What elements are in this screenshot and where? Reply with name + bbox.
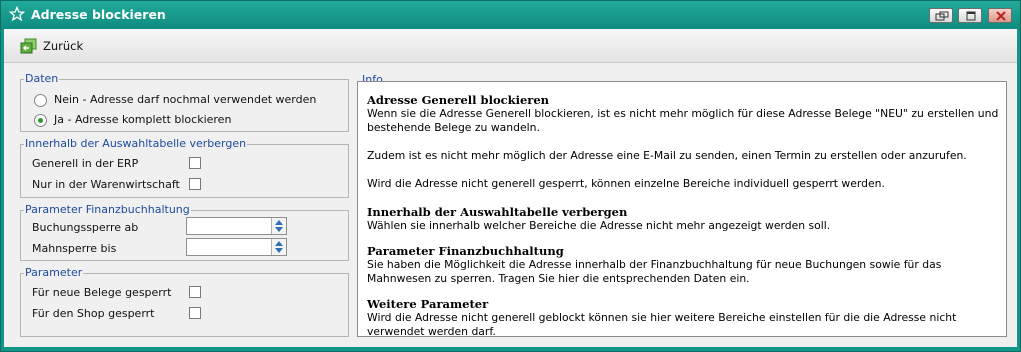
radio-ja[interactable]: [34, 114, 47, 127]
star-icon[interactable]: [9, 6, 25, 22]
toolbar: Zurück: [4, 29, 1017, 63]
back-button-label: Zurück: [43, 39, 84, 53]
info-text: Wählen sie innerhalb welcher Bereiche di…: [367, 219, 831, 232]
radio-ja-label[interactable]: Ja - Adresse komplett blockieren: [54, 113, 231, 126]
mahnsperre-label: Mahnsperre bis: [32, 242, 117, 255]
info-text: Sie haben die Möglichkeit die Adresse in…: [367, 258, 942, 285]
info-heading-generell: Adresse Generell blockieren: [367, 93, 550, 107]
checkbox-warenwirtschaft[interactable]: [189, 178, 201, 190]
radio-nein[interactable]: [34, 94, 47, 107]
close-icon: [996, 11, 1006, 21]
checkbox-belege-label: Für neue Belege gesperrt: [32, 286, 172, 299]
info-text: Wird die Adresse nicht generell geblockt…: [367, 311, 957, 338]
info-panel: Adresse Generell blockieren Wenn sie die…: [357, 81, 1007, 339]
fibu-group: Parameter Finanzbuchhaltung Buchungssper…: [20, 203, 349, 261]
info-text: Wenn sie die Adresse Generell blockieren…: [367, 107, 999, 134]
window-title: Adresse blockieren: [31, 7, 166, 22]
info-text: Wird die Adresse nicht generell gesperrt…: [367, 177, 885, 190]
info-content: Adresse Generell blockieren Wenn sie die…: [367, 93, 1003, 339]
fibu-legend: Parameter Finanzbuchhaltung: [24, 203, 191, 217]
dialog-window: Adresse blockieren Zurück Daten Nein - A…: [0, 0, 1021, 352]
dialog-body: Zurück Daten Nein - Adresse darf nochmal…: [4, 29, 1017, 347]
spinner-updown-icon: [275, 241, 283, 253]
mahnsperre-spinner[interactable]: [271, 239, 286, 255]
buchungssperre-input[interactable]: [186, 217, 287, 235]
info-text: Zudem ist es nicht mehr möglich der Adre…: [367, 149, 967, 162]
info-heading-auswahl: Innerhalb der Auswahltabelle verbergen: [367, 205, 628, 219]
checkbox-shop[interactable]: [189, 307, 201, 319]
close-button[interactable]: [988, 8, 1012, 23]
checkbox-erp-label: Generell in der ERP: [32, 157, 139, 170]
restore-icon: [935, 11, 949, 21]
back-button[interactable]: Zurück: [20, 37, 83, 55]
restore-button[interactable]: [929, 8, 953, 23]
mahnsperre-input[interactable]: [186, 238, 287, 256]
info-heading-weitere: Weitere Parameter: [367, 297, 489, 311]
auswahl-legend: Innerhalb der Auswahltabelle verbergen: [24, 137, 248, 151]
checkbox-belege[interactable]: [189, 286, 201, 298]
spinner-updown-icon: [275, 220, 283, 232]
radio-nein-label[interactable]: Nein - Adresse darf nochmal verwendet we…: [54, 93, 316, 106]
checkbox-erp[interactable]: [189, 157, 201, 169]
title-bar[interactable]: Adresse blockieren: [1, 1, 1020, 29]
maximize-icon: [966, 11, 976, 21]
maximize-button[interactable]: [958, 8, 982, 23]
daten-group: Daten Nein - Adresse darf nochmal verwen…: [20, 72, 349, 132]
buchungssperre-label: Buchungssperre ab: [32, 221, 139, 234]
checkbox-shop-label: Für den Shop gesperrt: [32, 307, 155, 320]
checkbox-warenwirtschaft-label: Nur in der Warenwirtschaft: [32, 178, 180, 191]
back-arrow-icon: [20, 38, 37, 54]
parameter-legend: Parameter: [24, 266, 84, 280]
info-heading-fibu: Parameter Finanzbuchhaltung: [367, 244, 564, 258]
auswahl-group: Innerhalb der Auswahltabelle verbergen G…: [20, 137, 349, 198]
daten-legend: Daten: [24, 72, 60, 86]
buchungssperre-spinner[interactable]: [271, 218, 286, 234]
parameter-group: Parameter Für neue Belege gesperrt Für d…: [20, 266, 349, 337]
